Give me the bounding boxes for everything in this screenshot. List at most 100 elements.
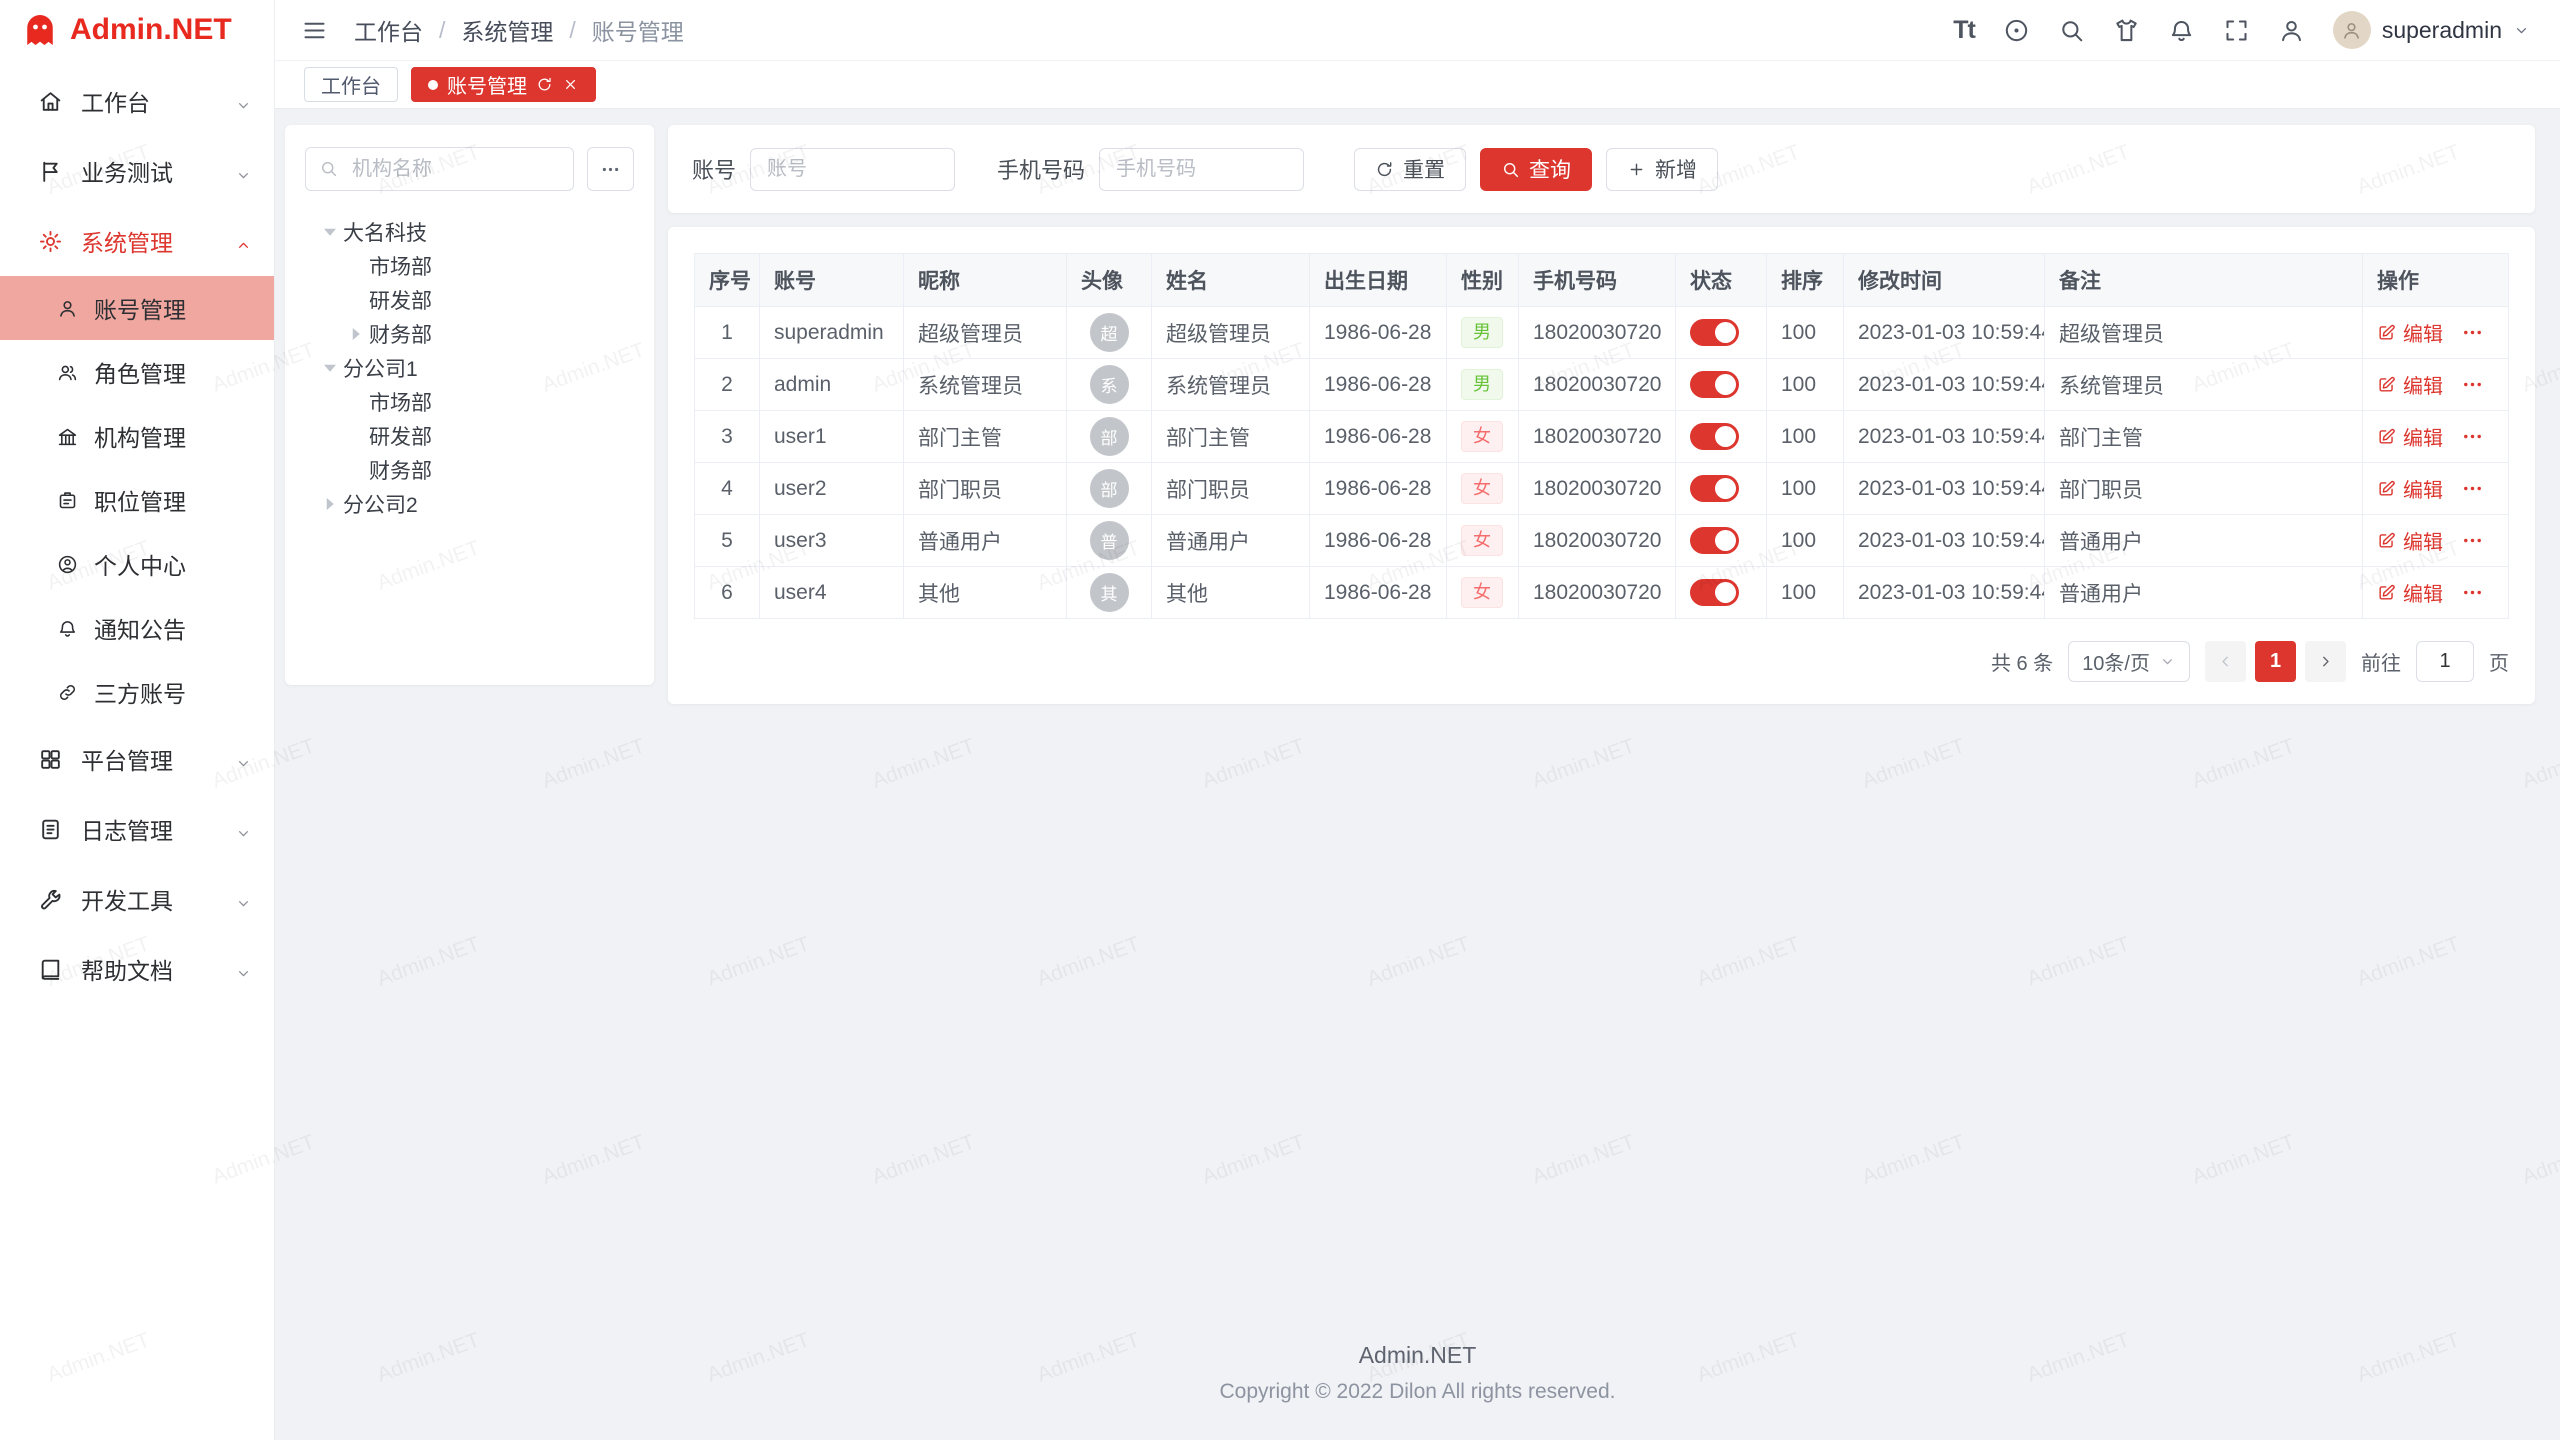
tree-node-finance-dept-2[interactable]: 财务部 [305,453,634,487]
breadcrumb-item-current: 账号管理 [592,13,684,47]
search-button[interactable]: 查询 [1480,148,1592,191]
tab-account-mgmt[interactable]: 账号管理 [411,67,596,102]
sidebar-item-system-mgmt[interactable]: 系统管理 [0,206,274,276]
chevron-down-icon [235,961,252,978]
sidebar-subitem-account-mgmt[interactable]: 账号管理 [0,276,274,340]
next-page-button[interactable] [2305,641,2346,682]
reset-button[interactable]: 重置 [1354,148,1466,191]
tree-node-daming-tech[interactable]: 大名科技 [305,215,634,249]
sidebar-subitem-third-party-account[interactable]: 三方账号 [0,660,274,724]
status-toggle[interactable] [1690,319,1739,346]
tree-node-market-dept-1[interactable]: 市场部 [305,249,634,283]
tree-node-rd-dept-1[interactable]: 研发部 [305,283,634,317]
more-actions-button[interactable] [2461,477,2484,500]
cell-account: user2 [760,463,904,515]
tree-more-button[interactable] [587,147,634,191]
tree-node-market-dept-2[interactable]: 市场部 [305,385,634,419]
menu-label: 账号管理 [94,291,186,325]
cell-status [1676,359,1767,411]
tree-node-branch-2[interactable]: 分公司2 [305,487,634,521]
edit-button[interactable]: 编辑 [2377,318,2443,347]
sidebar-item-platform-mgmt[interactable]: 平台管理 [0,724,274,794]
account-filter-label: 账号 [692,153,736,185]
tab-workbench[interactable]: 工作台 [304,67,398,102]
prev-page-button[interactable] [2205,641,2246,682]
caret-right-icon[interactable] [317,493,343,515]
breadcrumb: 工作台 / 系统管理 / 账号管理 [354,13,684,47]
more-actions-button[interactable] [2461,529,2484,552]
sidebar-item-dev-tools[interactable]: 开发工具 [0,864,274,934]
caret-right-icon[interactable] [343,323,369,345]
sidebar-subitem-position-mgmt[interactable]: 职位管理 [0,468,274,532]
cell-avatar: 其 [1067,567,1152,619]
edit-button[interactable]: 编辑 [2377,474,2443,503]
add-button[interactable]: 新增 [1606,148,1718,191]
more-actions-button[interactable] [2461,321,2484,344]
tree-node-label: 大名科技 [343,217,427,247]
footer-copyright: Copyright © 2022 Dilon All rights reserv… [275,1380,2560,1404]
sidebar-subitem-personal-center[interactable]: 个人中心 [0,532,274,596]
edit-button[interactable]: 编辑 [2377,370,2443,399]
cell-phone: 18020030720 [1519,515,1676,567]
gender-tag: 男 [1461,369,1503,400]
edit-button[interactable]: 编辑 [2377,578,2443,607]
status-toggle[interactable] [1690,423,1739,450]
font-size-icon[interactable]: Tt [1953,18,1975,43]
page-size-select[interactable]: 10条/页 [2068,641,2190,682]
tree-node-rd-dept-2[interactable]: 研发部 [305,419,634,453]
phone-filter-input[interactable] [1099,148,1304,191]
fullscreen-icon[interactable] [2223,17,2250,44]
sidebar-subitem-notice[interactable]: 通知公告 [0,596,274,660]
profile-icon[interactable] [2278,17,2305,44]
column-header-10: 修改时间 [1844,254,2045,307]
gender-tag: 女 [1461,421,1503,452]
edit-icon [2377,531,2396,550]
status-toggle[interactable] [1690,475,1739,502]
cell-sort: 100 [1767,567,1844,619]
more-actions-button[interactable] [2461,581,2484,604]
menu-label: 工作台 [81,84,150,118]
sidebar-subitem-role-mgmt[interactable]: 角色管理 [0,340,274,404]
global-search-icon[interactable] [2058,17,2085,44]
menu-label: 个人中心 [94,547,186,581]
skin-theme-icon[interactable] [2113,17,2140,44]
user-dropdown[interactable]: superadmin [2333,11,2530,49]
sidebar-subitem-org-mgmt[interactable]: 机构管理 [0,404,274,468]
breadcrumb-item-system[interactable]: 系统管理 [461,13,553,47]
status-toggle[interactable] [1690,371,1739,398]
caret-down-icon[interactable] [317,221,343,243]
more-actions-button[interactable] [2461,425,2484,448]
edit-button[interactable]: 编辑 [2377,526,2443,555]
org-search-input[interactable] [305,147,574,191]
sidebar-item-help-docs[interactable]: 帮助文档 [0,934,274,1004]
notification-bell-icon[interactable] [2168,17,2195,44]
cell-account: user1 [760,411,904,463]
status-toggle[interactable] [1690,527,1739,554]
toggle-knob [1715,530,1736,551]
page-1-button[interactable]: 1 [2255,641,2296,682]
sidebar-item-workbench[interactable]: 工作台 [0,66,274,136]
chevron-right-icon [2317,653,2334,670]
breadcrumb-item-workbench[interactable]: 工作台 [354,13,423,47]
tab-refresh-icon[interactable] [536,76,553,93]
tree-node-finance-dept-1[interactable]: 财务部 [305,317,634,351]
account-filter-input[interactable] [750,148,955,191]
more-actions-button[interactable] [2461,373,2484,396]
tab-close-icon[interactable] [562,76,579,93]
app-logo[interactable]: Admin.NET [0,0,274,60]
sidebar-item-log-mgmt[interactable]: 日志管理 [0,794,274,864]
cell-account: user4 [760,567,904,619]
gender-tag: 女 [1461,577,1503,608]
caret-down-icon[interactable] [317,357,343,379]
sidebar-item-business-test[interactable]: 业务测试 [0,136,274,206]
hamburger-icon[interactable] [301,17,328,44]
status-toggle[interactable] [1690,579,1739,606]
cell-birthdate: 1986-06-28 [1310,411,1447,463]
edit-button[interactable]: 编辑 [2377,422,2443,451]
tree-node-branch-1[interactable]: 分公司1 [305,351,634,385]
tools-icon [38,887,63,912]
theme-icon[interactable] [2003,17,2030,44]
goto-page-input[interactable] [2416,641,2474,682]
content-row: 大名科技市场部研发部财务部分公司1市场部研发部财务部分公司2 账号 手机号码 重… [275,109,2560,704]
edit-icon [2377,583,2396,602]
